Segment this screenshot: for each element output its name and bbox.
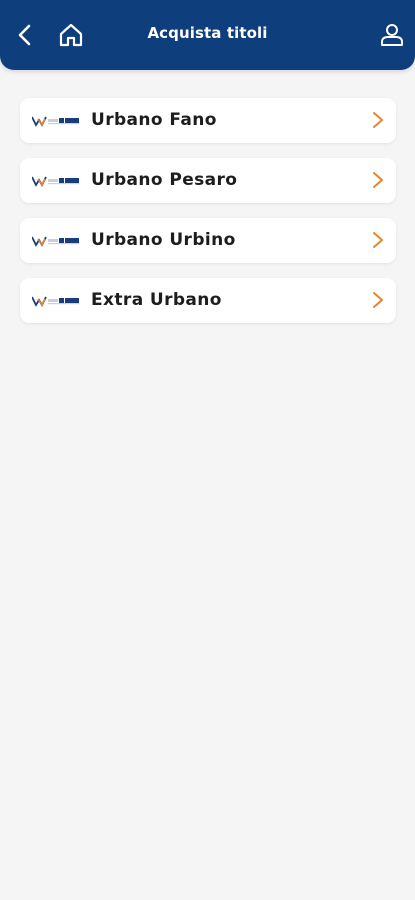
profile-button[interactable] [375,18,409,52]
adriabus-logo [32,296,79,307]
ticket-type-list: Urbano Fano Urbano Pesaro Urbano Urbino … [20,98,396,338]
list-item-label: Urbano Urbino [91,230,236,250]
chevron-right-icon [373,232,383,248]
list-item-urbano-pesaro[interactable]: Urbano Pesaro [20,158,396,203]
list-item-label: Urbano Pesaro [91,170,238,190]
page-title: Acquista titoli [147,24,268,42]
chevron-right-icon [373,292,383,308]
list-item-extra-urbano[interactable]: Extra Urbano [20,278,396,323]
adriabus-logo [32,236,79,247]
list-item-label: Extra Urbano [91,290,222,310]
adriabus-logo [32,116,79,127]
chevron-right-icon [373,112,383,128]
top-bar: Acquista titoli [0,0,415,70]
adriabus-logo [32,176,79,187]
app-screen: Acquista titoli Urbano Fano Urbano Pesar… [0,0,415,900]
list-item-label: Urbano Fano [91,110,217,130]
chevron-right-icon [373,172,383,188]
list-item-urbano-urbino[interactable]: Urbano Urbino [20,218,396,263]
user-icon [381,24,403,46]
list-item-urbano-fano[interactable]: Urbano Fano [20,98,396,143]
